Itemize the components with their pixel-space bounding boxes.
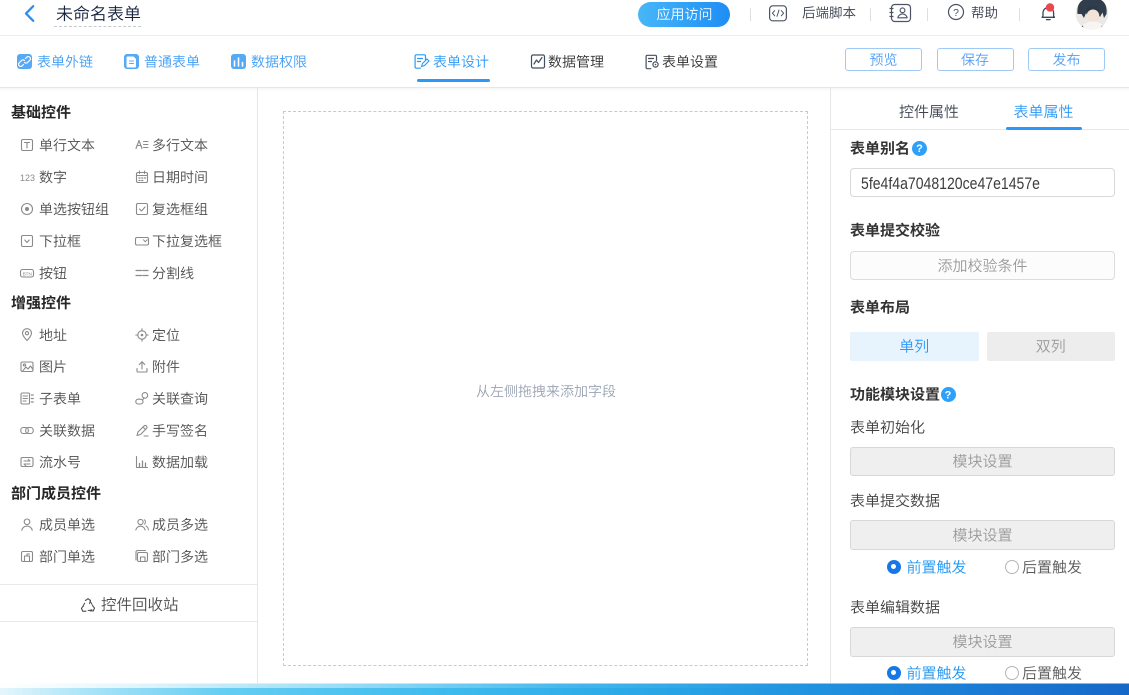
svg-text:?: ? [916,143,923,155]
svg-text:123: 123 [20,173,35,183]
svg-text:BTN: BTN [23,271,32,276]
svg-text:?: ? [953,7,959,19]
svg-text:5fe4f4a7048120ce47e1457e: 5fe4f4a7048120ce47e1457e [861,175,1040,193]
svg-text:?: ? [945,390,952,402]
